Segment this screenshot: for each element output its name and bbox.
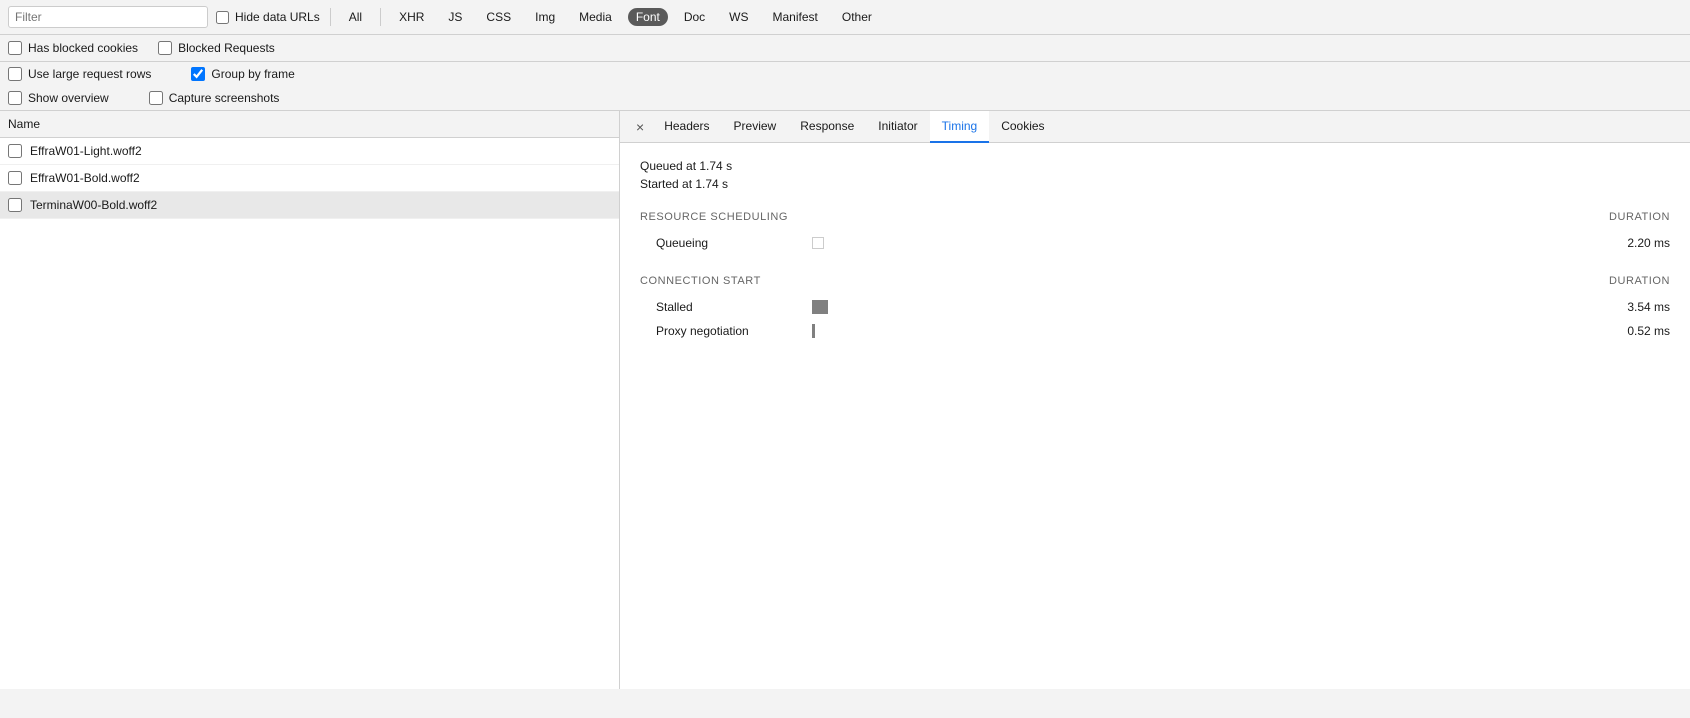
- filter-btn-manifest[interactable]: Manifest: [765, 8, 826, 26]
- file1-name: EffraW01-Light.woff2: [30, 144, 142, 158]
- blocked-requests-label[interactable]: Blocked Requests: [158, 41, 275, 55]
- hide-data-urls-label[interactable]: Hide data URLs: [216, 10, 320, 24]
- file-list: EffraW01-Light.woff2 EffraW01-Bold.woff2…: [0, 138, 619, 689]
- queued-at: Queued at 1.74 s: [640, 159, 1670, 173]
- stalled-bar-container: [812, 300, 1578, 314]
- connection-start-header: Connection Start DURATION: [640, 275, 1670, 287]
- tab-cookies[interactable]: Cookies: [989, 111, 1056, 143]
- stalled-bar: [812, 300, 828, 314]
- close-button[interactable]: ×: [628, 113, 652, 141]
- proxy-bar-container: [812, 324, 1578, 338]
- use-large-rows-checkbox[interactable]: [8, 67, 22, 81]
- group-by-frame-text: Group by frame: [211, 67, 294, 81]
- has-blocked-cookies-checkbox[interactable]: [8, 41, 22, 55]
- filter-btn-other[interactable]: Other: [834, 8, 880, 26]
- blocked-requests-text: Blocked Requests: [178, 41, 275, 55]
- filter-input[interactable]: [8, 6, 208, 28]
- timing-info: Queued at 1.74 s Started at 1.74 s: [640, 159, 1670, 191]
- separator2: [380, 8, 381, 26]
- file2-checkbox[interactable]: [8, 171, 22, 185]
- file1-checkbox[interactable]: [8, 144, 22, 158]
- right-panel: × Headers Preview Response Initiator Tim…: [620, 111, 1690, 689]
- filter-btn-font[interactable]: Font: [628, 8, 668, 26]
- filter-btn-media[interactable]: Media: [571, 8, 620, 26]
- tab-preview[interactable]: Preview: [722, 111, 789, 143]
- list-item[interactable]: TerminaW00-Bold.woff2: [0, 192, 619, 219]
- capture-screenshots-checkbox[interactable]: [149, 91, 163, 105]
- capture-screenshots-text: Capture screenshots: [169, 91, 280, 105]
- file3-checkbox[interactable]: [8, 198, 22, 212]
- started-at: Started at 1.74 s: [640, 177, 1670, 191]
- options-row-1: Use large request rows Group by frame: [0, 62, 1690, 86]
- tab-timing[interactable]: Timing: [930, 111, 990, 143]
- use-large-rows-label[interactable]: Use large request rows: [8, 67, 151, 81]
- left-panel: Name EffraW01-Light.woff2 EffraW01-Bold.…: [0, 111, 620, 689]
- timing-row-proxy: Proxy negotiation 0.52 ms: [640, 319, 1670, 343]
- tabs-header: × Headers Preview Response Initiator Tim…: [620, 111, 1690, 143]
- tab-response[interactable]: Response: [788, 111, 866, 143]
- show-overview-checkbox[interactable]: [8, 91, 22, 105]
- has-blocked-cookies-text: Has blocked cookies: [28, 41, 138, 55]
- capture-screenshots-label[interactable]: Capture screenshots: [149, 91, 280, 105]
- blocked-requests-checkbox[interactable]: [158, 41, 172, 55]
- name-column-label: Name: [8, 117, 40, 131]
- resource-scheduling-title: Resource Scheduling: [640, 211, 788, 223]
- show-overview-text: Show overview: [28, 91, 109, 105]
- main-content: Name EffraW01-Light.woff2 EffraW01-Bold.…: [0, 111, 1690, 689]
- proxy-value: 0.52 ms: [1590, 324, 1670, 338]
- connection-start-duration-label: DURATION: [1609, 275, 1670, 287]
- filter-btn-js[interactable]: JS: [440, 8, 470, 26]
- filter-btn-ws[interactable]: WS: [721, 8, 756, 26]
- file2-name: EffraW01-Bold.woff2: [30, 171, 140, 185]
- resource-scheduling-section: Resource Scheduling DURATION Queueing 2.…: [640, 211, 1670, 255]
- filter-btn-css[interactable]: CSS: [478, 8, 519, 26]
- timing-row-stalled: Stalled 3.54 ms: [640, 295, 1670, 319]
- list-item[interactable]: EffraW01-Light.woff2: [0, 138, 619, 165]
- hide-data-urls-checkbox[interactable]: [216, 11, 229, 24]
- proxy-bar: [812, 324, 815, 338]
- separator: [330, 8, 331, 26]
- checkbox-toolbar: Has blocked cookies Blocked Requests: [0, 35, 1690, 62]
- file3-name: TerminaW00-Bold.woff2: [30, 198, 157, 212]
- connection-start-title: Connection Start: [640, 275, 761, 287]
- connection-start-section: Connection Start DURATION Stalled 3.54 m…: [640, 275, 1670, 343]
- tab-headers[interactable]: Headers: [652, 111, 721, 143]
- timing-content: Queued at 1.74 s Started at 1.74 s Resou…: [620, 143, 1690, 689]
- queueing-bar: [812, 237, 824, 249]
- tab-initiator[interactable]: Initiator: [866, 111, 929, 143]
- filter-btn-all[interactable]: All: [341, 8, 370, 26]
- has-blocked-cookies-label[interactable]: Has blocked cookies: [8, 41, 138, 55]
- options-row-2: Show overview Capture screenshots: [0, 86, 1690, 110]
- filter-btn-img[interactable]: Img: [527, 8, 563, 26]
- resource-scheduling-duration-label: DURATION: [1609, 211, 1670, 223]
- use-large-rows-text: Use large request rows: [28, 67, 151, 81]
- resource-scheduling-header: Resource Scheduling DURATION: [640, 211, 1670, 223]
- name-column-header: Name: [0, 111, 619, 138]
- group-by-frame-label[interactable]: Group by frame: [191, 67, 294, 81]
- options-panel: Use large request rows Group by frame Sh…: [0, 62, 1690, 111]
- queueing-value: 2.20 ms: [1590, 236, 1670, 250]
- stalled-label: Stalled: [640, 300, 800, 314]
- timing-row-queueing: Queueing 2.20 ms: [640, 231, 1670, 255]
- proxy-label: Proxy negotiation: [640, 324, 800, 338]
- filter-btn-doc[interactable]: Doc: [676, 8, 713, 26]
- hide-data-urls-text: Hide data URLs: [235, 10, 320, 24]
- queueing-label: Queueing: [640, 236, 800, 250]
- queueing-bar-container: [812, 237, 1578, 249]
- filter-btn-xhr[interactable]: XHR: [391, 8, 432, 26]
- stalled-value: 3.54 ms: [1590, 300, 1670, 314]
- group-by-frame-checkbox[interactable]: [191, 67, 205, 81]
- list-item[interactable]: EffraW01-Bold.woff2: [0, 165, 619, 192]
- show-overview-label[interactable]: Show overview: [8, 91, 109, 105]
- filter-toolbar: Hide data URLs All XHR JS CSS Img Media …: [0, 0, 1690, 35]
